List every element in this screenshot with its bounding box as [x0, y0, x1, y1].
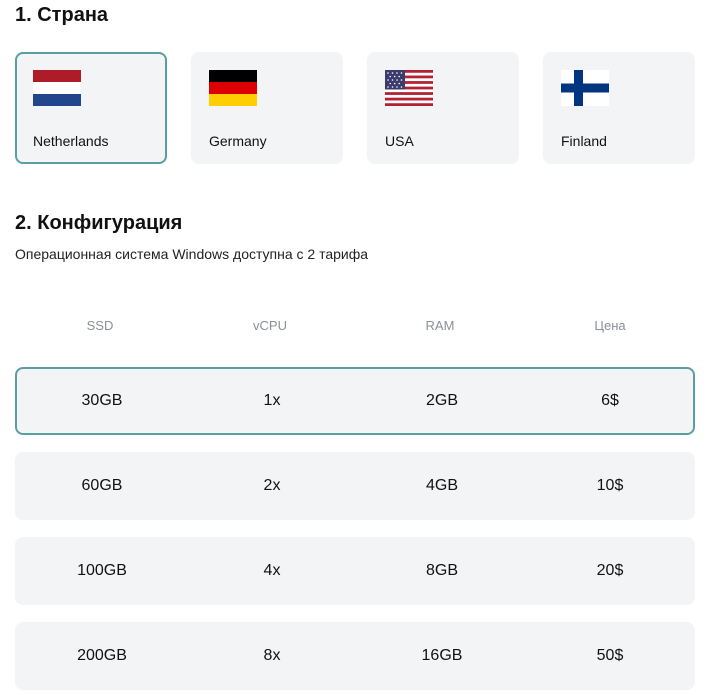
plan-row[interactable]: 30GB 1x 2GB 6$: [15, 367, 695, 435]
plan-row[interactable]: 60GB 2x 4GB 10$: [15, 452, 695, 520]
germany-flag-icon: [209, 70, 257, 106]
finland-flag-icon: [561, 70, 609, 106]
plan-ram: 8GB: [425, 562, 458, 579]
plan-ram: 4GB: [425, 477, 458, 494]
plan-vcpu: 1x: [263, 392, 281, 409]
plan-row[interactable]: 200GB 8x 16GB 50$: [15, 622, 695, 690]
country-name: USA: [385, 133, 414, 149]
table-header: SSD vCPU RAM Цена: [15, 318, 695, 338]
plan-price: 20$: [596, 562, 624, 579]
plan-ssd: 200GB: [77, 647, 127, 664]
country-card-germany[interactable]: Germany: [191, 52, 343, 164]
country-section-title: 1. Страна: [15, 4, 109, 26]
plan-vcpu: 8x: [263, 647, 281, 664]
plan-vcpu: 4x: [263, 562, 281, 579]
plan-ram: 16GB: [421, 647, 463, 664]
country-card-finland[interactable]: Finland: [543, 52, 695, 164]
plan-price: 50$: [596, 647, 624, 664]
plan-vcpu: 2x: [263, 477, 281, 494]
column-header-price: Цена: [594, 318, 626, 333]
plan-ssd: 60GB: [81, 477, 123, 494]
usa-flag-icon: [385, 70, 433, 106]
netherlands-flag-icon: [33, 70, 81, 106]
column-header-vcpu: vCPU: [253, 318, 287, 333]
country-name: Finland: [561, 133, 607, 149]
country-name: Germany: [209, 133, 267, 149]
plan-ssd: 30GB: [81, 392, 123, 409]
country-card-netherlands[interactable]: Netherlands: [15, 52, 167, 164]
column-header-ssd: SSD: [86, 318, 114, 333]
plan-ssd: 100GB: [77, 562, 127, 579]
config-section-title: 2. Конфигурация: [15, 212, 183, 234]
country-card-usa[interactable]: USA: [367, 52, 519, 164]
column-header-ram: RAM: [425, 318, 455, 333]
plan-price: 10$: [596, 477, 624, 494]
config-subtitle: Операционная система Windows доступна с …: [15, 246, 369, 262]
plan-ram: 2GB: [425, 392, 458, 409]
plan-row[interactable]: 100GB 4x 8GB 20$: [15, 537, 695, 605]
plan-price: 6$: [601, 392, 619, 409]
country-name: Netherlands: [33, 133, 109, 149]
